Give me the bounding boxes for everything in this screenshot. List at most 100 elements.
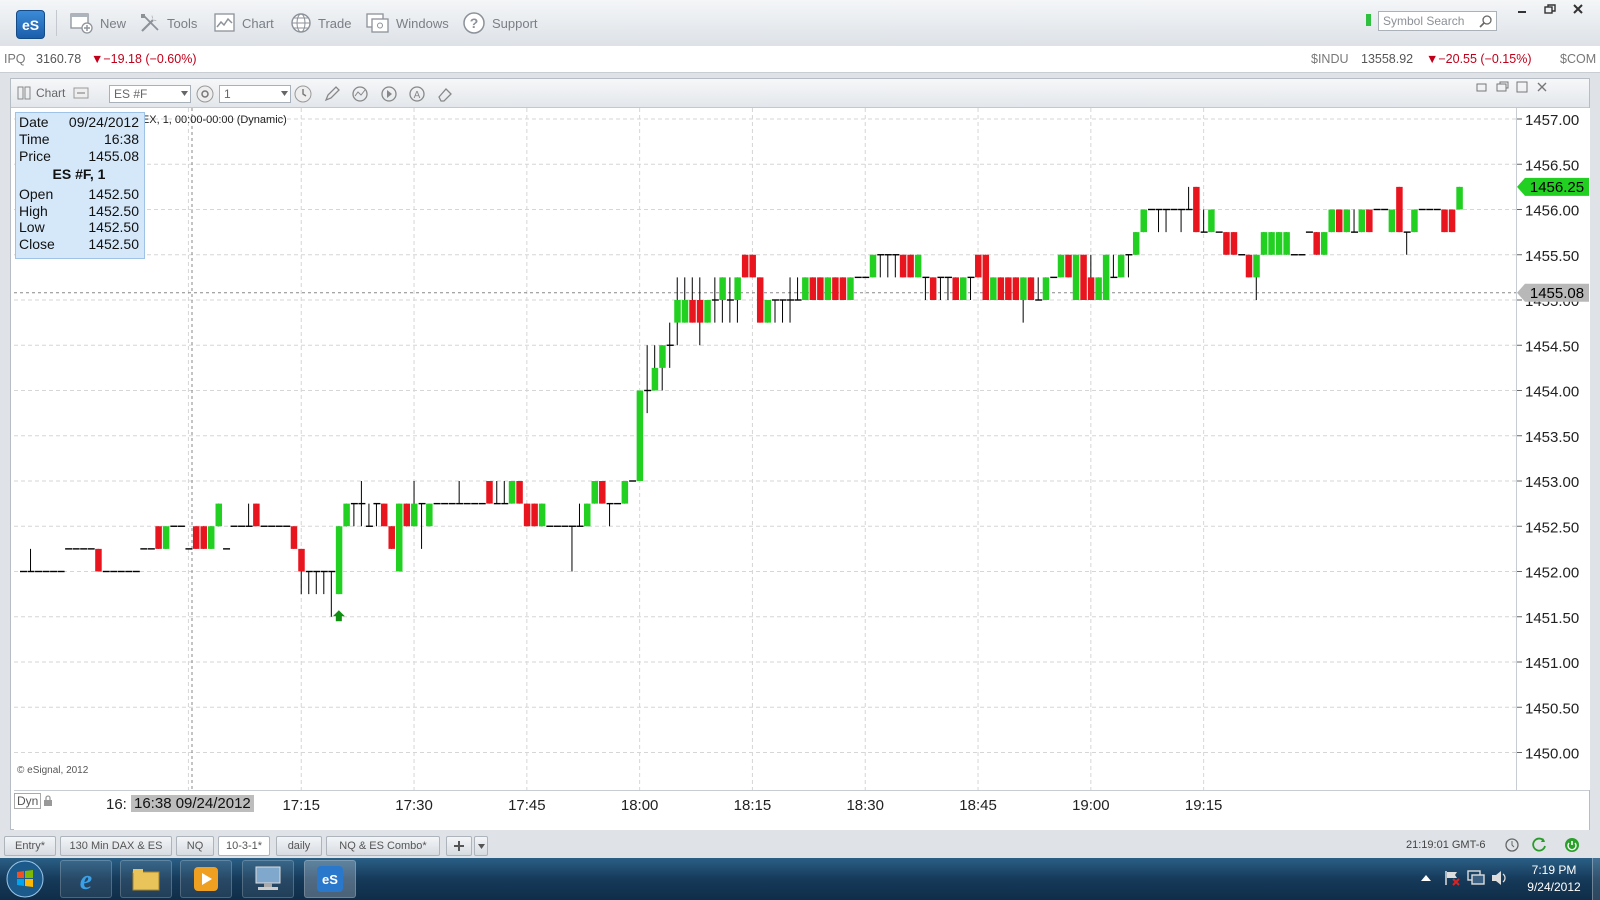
tab-entry[interactable]: Entry* [4, 836, 56, 856]
annotation-icon[interactable]: A [408, 85, 426, 103]
link-icon[interactable] [73, 87, 89, 99]
candle-down [839, 277, 847, 300]
tab-nq[interactable]: NQ [176, 836, 214, 856]
eraser-icon[interactable] [436, 85, 454, 103]
folder-icon [132, 869, 160, 891]
ticker-cut-symbol[interactable]: $COM [1560, 52, 1596, 66]
windows-button[interactable]: Windows [366, 10, 449, 36]
candle-down [1313, 232, 1320, 255]
candle-down [696, 300, 704, 323]
cursor-price-label: 1455.08 [1530, 285, 1584, 302]
candle-down [380, 503, 388, 527]
esignal-logo[interactable]: eS [16, 10, 45, 39]
candle-down [749, 254, 756, 278]
tab-130-min-dax-es[interactable]: 130 Min DAX & ES [60, 836, 172, 856]
candle-up [215, 503, 223, 527]
candle-up [162, 526, 170, 549]
add-tab-button[interactable] [446, 836, 472, 856]
minimize-button[interactable] [1508, 0, 1536, 17]
price-tick-label: 1453.00 [1525, 474, 1579, 491]
crosshair [14, 108, 1516, 790]
tools-button[interactable]: Tools [139, 10, 197, 36]
search-icon[interactable] [1479, 14, 1493, 28]
price-value: 1455.08 [88, 148, 139, 164]
price-tick-label: 1456.50 [1525, 157, 1579, 174]
symbol-search-input[interactable]: Symbol Search [1378, 11, 1497, 31]
close-button[interactable] [1564, 0, 1592, 17]
chart-fullscreen-icon[interactable] [1515, 81, 1529, 93]
taskbar-date[interactable]: 9/24/2012 [1524, 880, 1584, 894]
interval-input[interactable]: 1 [219, 85, 291, 103]
support-button[interactable]: ? Support [462, 10, 538, 36]
show-hidden-icons[interactable] [1421, 874, 1431, 882]
chevron-down-icon[interactable] [181, 91, 188, 96]
taskbar-internet-explorer[interactable]: e [60, 860, 112, 898]
candle-up [1388, 209, 1396, 233]
candle-up [1260, 232, 1268, 255]
chart-close-icon[interactable] [1535, 81, 1549, 93]
tab-10-3-1[interactable]: 10-3-1* [218, 836, 270, 856]
taskbar-explorer[interactable] [120, 860, 172, 898]
price-tick-label: 1454.50 [1525, 338, 1579, 355]
candle-up [1456, 186, 1463, 210]
price-chart-plot[interactable] [14, 108, 1516, 790]
taskbar-time[interactable]: 7:19 PM [1524, 863, 1584, 877]
page-tabs-bar: Entry* 130 Min DAX & ES NQ 10-3-1* daily… [0, 830, 1600, 858]
candle-down [1366, 209, 1373, 233]
candle-down [1012, 277, 1020, 300]
computer-icon [255, 866, 281, 890]
refresh-icon[interactable] [1532, 837, 1548, 853]
restore-button[interactable] [1536, 0, 1564, 17]
candle-up [1095, 277, 1102, 300]
taskbar-media-player[interactable] [180, 860, 232, 898]
time-tick-label: 18:15 [734, 797, 772, 814]
network-icon[interactable] [1467, 870, 1485, 886]
taskbar-esignal[interactable]: eS [304, 860, 356, 898]
tab-daily[interactable]: daily [276, 836, 322, 856]
candle-down [997, 277, 1005, 300]
action-center-flag-icon[interactable] [1443, 869, 1461, 887]
chart-button[interactable]: Chart [214, 10, 274, 36]
study-icon[interactable] [351, 85, 369, 103]
symbol-input[interactable]: ES #F [109, 85, 191, 103]
time-tick-label: 18:30 [846, 797, 884, 814]
candle-down [982, 254, 990, 300]
candle-down [1396, 186, 1403, 233]
time-axis-tick-group: 17:0017:1517:3017:4518:0018:1518:3018:45… [170, 797, 1223, 814]
candle-down [253, 503, 260, 527]
ticker-right-symbol[interactable]: $INDU [1311, 52, 1349, 66]
candle-up [1057, 254, 1065, 278]
pencil-icon[interactable] [323, 85, 341, 103]
settings-gear-icon[interactable] [195, 84, 215, 104]
chevron-down-icon[interactable] [281, 91, 288, 96]
last-price-label: 1456.25 [1530, 179, 1584, 196]
trade-button[interactable]: Trade [290, 10, 351, 36]
candle-up [1102, 254, 1110, 300]
layout-icon[interactable] [17, 86, 31, 100]
candle-up [1117, 254, 1125, 278]
clock-status-icon[interactable] [1505, 838, 1519, 852]
windows-start-icon[interactable] [6, 860, 44, 898]
show-desktop-button[interactable] [1592, 858, 1600, 900]
play-icon[interactable] [380, 85, 398, 103]
chart-restore-icon[interactable] [1475, 81, 1489, 93]
candle-up [1411, 209, 1418, 233]
candle-down [1080, 254, 1087, 300]
volume-icon[interactable] [1490, 870, 1508, 886]
tab-nq-es-combo[interactable]: NQ & ES Combo* [326, 836, 440, 856]
candle-up [411, 503, 418, 527]
power-status-icon[interactable] [1564, 837, 1580, 853]
tab-menu-button[interactable] [474, 836, 488, 856]
clock-icon[interactable] [293, 84, 313, 104]
taskbar-remote-desktop[interactable] [242, 860, 294, 898]
price-tick-label: 1450.50 [1525, 700, 1579, 717]
candle-up [1268, 232, 1275, 255]
candle-down [531, 503, 538, 527]
candle-up [1283, 232, 1290, 255]
new-button[interactable]: New [70, 10, 126, 36]
ticker-left-symbol[interactable]: IPQ [4, 52, 26, 66]
time-axis[interactable]: Dyn 17:0017:1517:3017:4518:0018:1518:301… [14, 790, 1589, 831]
chart-maximize-icon[interactable] [1495, 81, 1509, 93]
price-axis[interactable]: 1450.00 1450.50 1451.00 1451.50 1452.00 1452.… [1516, 108, 1590, 790]
trade-button-label: Trade [318, 15, 352, 31]
